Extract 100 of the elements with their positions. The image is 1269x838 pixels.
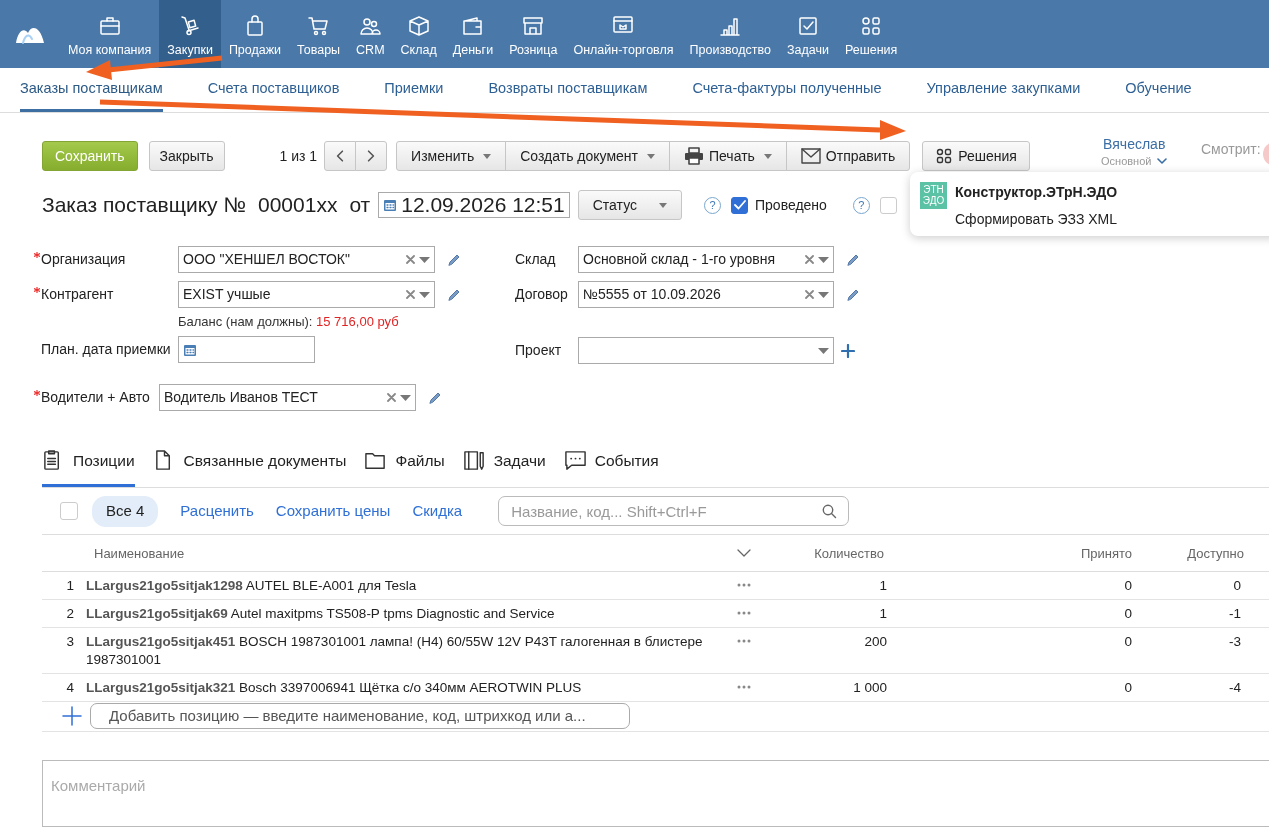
tab[interactable]: Связанные документы [152, 449, 347, 488]
field-label: Проект [515, 341, 562, 360]
add-icon[interactable] [841, 343, 855, 358]
user-name: Вячеслав [1102, 136, 1167, 152]
user-menu[interactable]: Вячеслав Основной [1101, 136, 1168, 168]
subnav-tab[interactable]: Возвраты поставщикам [488, 68, 648, 112]
nav-item[interactable]: Товары [289, 0, 349, 68]
search-field[interactable]: Название, код... Shift+Ctrl+F [498, 496, 850, 527]
field-label: План. дата приемки [41, 340, 171, 359]
action-link[interactable]: Сохранить цены [275, 500, 391, 523]
box-icon [406, 14, 431, 39]
nav-item[interactable]: Розница [501, 0, 566, 68]
tab[interactable]: Задачи [462, 449, 546, 488]
menu-button[interactable]: Печать [669, 141, 787, 171]
table-cell: -1 [1229, 606, 1241, 622]
pencil-icon[interactable] [447, 252, 461, 267]
select-field[interactable]: EXIST учшые [178, 281, 435, 308]
pencil-icon[interactable] [428, 390, 442, 405]
nav-item[interactable]: Продажи [220, 0, 290, 68]
more-icon[interactable] [737, 685, 751, 690]
nav-item[interactable]: CRM [348, 0, 393, 68]
select-field[interactable] [578, 337, 834, 364]
more-icon[interactable] [737, 639, 751, 644]
checkbox[interactable] [731, 196, 748, 214]
select-field[interactable]: ООО "ХЕНШЕЛ ВОСТОК" [178, 246, 435, 273]
more-icon[interactable] [737, 583, 751, 588]
nav-item[interactable]: Решения [837, 0, 906, 68]
comment-field[interactable]: Комментарий [42, 760, 1269, 828]
caret-icon [818, 291, 829, 298]
pencil-icon[interactable] [846, 252, 860, 267]
nav-item[interactable]: Закупки [159, 0, 221, 68]
add-position-field[interactable]: Добавить позицию — введите наименование, код, штрихкод или а... [90, 702, 630, 729]
pencil-icon[interactable] [846, 287, 860, 302]
notebook-pen-icon [462, 449, 486, 473]
next-button[interactable] [355, 141, 388, 171]
table-cell: -3 [1229, 634, 1241, 650]
menu-item[interactable]: Сформировать ЭЗЗ XML [955, 209, 1118, 230]
subnav-tab[interactable]: Обучение [1125, 68, 1192, 112]
more-icon[interactable] [737, 611, 751, 616]
clear-icon [387, 393, 396, 402]
status-button[interactable]: Статус [577, 190, 682, 220]
subnav-tab[interactable]: Счета-фактуры полученные [692, 68, 882, 112]
pencil-icon[interactable] [447, 287, 461, 302]
field-label: Организация [41, 250, 126, 269]
column-header: Доступно [1187, 545, 1244, 561]
table-cell: 0 [1124, 680, 1132, 696]
table-cell: 1 [879, 606, 887, 622]
table-cell: 0 [1124, 606, 1132, 622]
action-link[interactable]: Скидка [412, 500, 463, 523]
select-field[interactable]: №5555 от 10.09.2026 [578, 281, 834, 308]
table-cell: 0 [1124, 578, 1132, 594]
clear-icon [406, 255, 415, 264]
previous-button[interactable] [324, 141, 357, 171]
row-number: 2 [66, 606, 74, 622]
filter-chip[interactable]: Все 4 [92, 496, 159, 527]
user-role: Основной [1101, 155, 1152, 167]
checkbox-label: Проведено [755, 195, 827, 215]
column-header: Количество [814, 545, 884, 561]
field-label: Договор [515, 285, 568, 304]
required-icon [34, 252, 40, 258]
subnav-tab[interactable]: Приемки [384, 68, 444, 112]
menu-button[interactable]: Создать документ [505, 141, 670, 171]
required-icon [34, 390, 40, 396]
action-link[interactable]: Расценить [180, 500, 254, 523]
subnav-tab[interactable]: Счета поставщиков [207, 68, 340, 112]
select-field[interactable]: Основной склад - 1-го уровня [578, 246, 834, 273]
tab[interactable]: Файлы [364, 449, 445, 488]
item-name: LLargus21go5sitjak321 Bosch 3397006941 Щётка с/о 340мм AEROTWIN PLUS [86, 680, 582, 696]
row-number: 4 [66, 680, 74, 696]
nav-item[interactable]: Производство [681, 0, 780, 68]
calendar-icon [383, 198, 398, 212]
nav-item[interactable]: Склад [392, 0, 445, 68]
menu-button[interactable]: Изменить [396, 141, 507, 171]
viewers-label: Смотрит: [1201, 140, 1261, 159]
table-cell: -4 [1229, 680, 1241, 696]
subnav-tab[interactable]: Управление закупками [926, 68, 1081, 112]
caret-icon [818, 347, 829, 354]
date-field[interactable] [178, 336, 315, 363]
close-button[interactable]: Закрыть [148, 141, 225, 171]
date-field[interactable]: 12.09.2026 12:51 [378, 192, 570, 218]
caret-icon [400, 394, 411, 401]
field-label: Контрагент [41, 285, 114, 304]
search-icon [822, 504, 838, 520]
menu-button[interactable]: Отправить [785, 141, 911, 171]
field-label: Склад [515, 250, 556, 269]
tab[interactable]: События [563, 449, 659, 488]
table-cell: 1 [879, 578, 887, 594]
clear-icon [406, 290, 415, 299]
nav-item[interactable]: Задачи [779, 0, 837, 68]
add-icon[interactable] [62, 705, 82, 726]
tab[interactable]: Позиции [42, 449, 135, 488]
table-cell: 0 [1233, 578, 1241, 594]
solutions-button[interactable]: Решения [922, 141, 1030, 171]
document-number: 00001xx [258, 192, 338, 219]
nav-item[interactable]: Деньги [444, 0, 502, 68]
column-header: Принято [1080, 545, 1132, 561]
caret-icon [419, 256, 430, 263]
nav-item[interactable]: Моя компания [60, 0, 160, 68]
select-field[interactable]: Водитель Иванов ТЕСТ [159, 384, 416, 411]
nav-item[interactable]: Онлайн-торговля [565, 0, 682, 68]
